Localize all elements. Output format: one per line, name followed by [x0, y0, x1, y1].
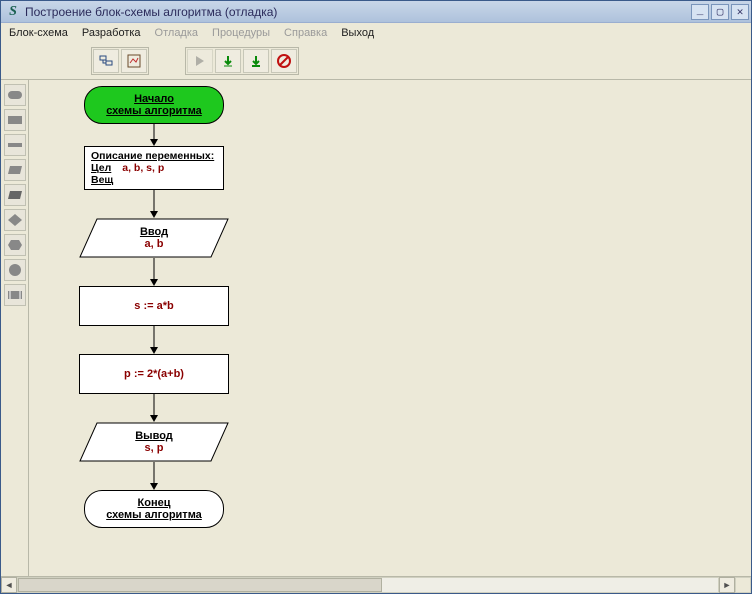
flow-proc1[interactable]: s := a*b — [69, 286, 239, 326]
scrollbar-corner — [735, 577, 751, 593]
toolbar-group-2 — [185, 47, 299, 75]
declare-header: Описание переменных: — [91, 150, 217, 162]
input-vars: a, b — [140, 238, 168, 250]
output-vars: s, p — [135, 442, 173, 454]
scroll-left-button[interactable]: ◄ — [1, 577, 17, 593]
arrow-6 — [149, 462, 159, 490]
toolbar — [1, 43, 751, 79]
proc1-text: s := a*b — [134, 300, 173, 312]
step-over-icon — [221, 54, 235, 68]
menu-block-diagram[interactable]: Блок-схема — [9, 27, 68, 39]
tool-step-down[interactable] — [243, 49, 269, 73]
end-line2: схемы алгоритма — [85, 509, 223, 521]
arrow-5 — [149, 394, 159, 422]
tool-step-into[interactable] — [93, 49, 119, 73]
step-down-icon — [249, 54, 263, 68]
start-line2: схемы алгоритма — [85, 105, 223, 117]
declare-int-vars: a, b, s, p — [122, 162, 164, 174]
arrow-1 — [149, 124, 159, 146]
output-title: Вывод — [135, 430, 173, 442]
scroll-thumb[interactable] — [18, 578, 382, 592]
flow-input[interactable]: Ввод a, b — [69, 218, 239, 258]
menu-development[interactable]: Разработка — [82, 27, 141, 39]
flow-declare[interactable]: Описание переменных: Цел a, b, s, p Вещ — [69, 146, 239, 190]
palette-io[interactable] — [4, 159, 26, 181]
scroll-track[interactable] — [17, 577, 719, 593]
start-line1: Начало — [85, 93, 223, 105]
arrow-3 — [149, 258, 159, 286]
app-icon: S — [5, 4, 21, 20]
tool-chart-view[interactable] — [121, 49, 147, 73]
title-bar: S Построение блок-схемы алгоритма (отлад… — [1, 1, 751, 23]
palette-rect-flat[interactable] — [4, 134, 26, 156]
window-title: Построение блок-схемы алгоритма (отладка… — [25, 5, 689, 19]
scroll-right-button[interactable]: ► — [719, 577, 735, 593]
flow-start[interactable]: Начало схемы алгоритма — [69, 86, 239, 124]
declare-real-kw: Вещ — [91, 174, 113, 186]
menu-exit[interactable]: Выход — [341, 27, 374, 39]
flow-proc2[interactable]: p := 2*(a+b) — [69, 354, 239, 394]
arrow-2 — [149, 190, 159, 218]
content-area: Начало схемы алгоритма Описание переменн… — [1, 79, 751, 577]
input-title: Ввод — [140, 226, 168, 238]
palette-io-2[interactable] — [4, 184, 26, 206]
chart-icon — [126, 53, 142, 69]
horizontal-scrollbar[interactable]: ◄ ► — [1, 577, 751, 593]
end-line1: Конец — [85, 497, 223, 509]
palette-process[interactable] — [4, 109, 26, 131]
palette-terminal[interactable] — [4, 84, 26, 106]
flow-end[interactable]: Конец схемы алгоритма — [69, 490, 239, 528]
menu-procedures: Процедуры — [212, 27, 270, 39]
menu-bar: Блок-схема Разработка Отладка Процедуры … — [1, 23, 751, 43]
play-icon — [193, 54, 207, 68]
app-window: S Построение блок-схемы алгоритма (отлад… — [0, 0, 752, 594]
arrow-4 — [149, 326, 159, 354]
step-into-icon — [98, 53, 114, 69]
tool-run — [187, 49, 213, 73]
shape-palette — [1, 80, 29, 576]
declare-int-kw: Цел — [91, 162, 111, 174]
flow-output[interactable]: Вывод s, p — [69, 422, 239, 462]
canvas[interactable]: Начало схемы алгоритма Описание переменн… — [29, 80, 751, 576]
palette-loop[interactable] — [4, 234, 26, 256]
palette-decision[interactable] — [4, 209, 26, 231]
minimize-button[interactable]: _ — [691, 4, 709, 20]
tool-stop[interactable] — [271, 49, 297, 73]
palette-subroutine[interactable] — [4, 284, 26, 306]
toolbar-group-1 — [91, 47, 149, 75]
menu-debug: Отладка — [155, 27, 198, 39]
palette-connector[interactable] — [4, 259, 26, 281]
close-button[interactable]: ✕ — [731, 4, 749, 20]
maximize-button[interactable]: ▢ — [711, 4, 729, 20]
menu-help: Справка — [284, 27, 327, 39]
stop-icon — [276, 53, 292, 69]
tool-step-over[interactable] — [215, 49, 241, 73]
proc2-text: p := 2*(a+b) — [124, 368, 184, 380]
